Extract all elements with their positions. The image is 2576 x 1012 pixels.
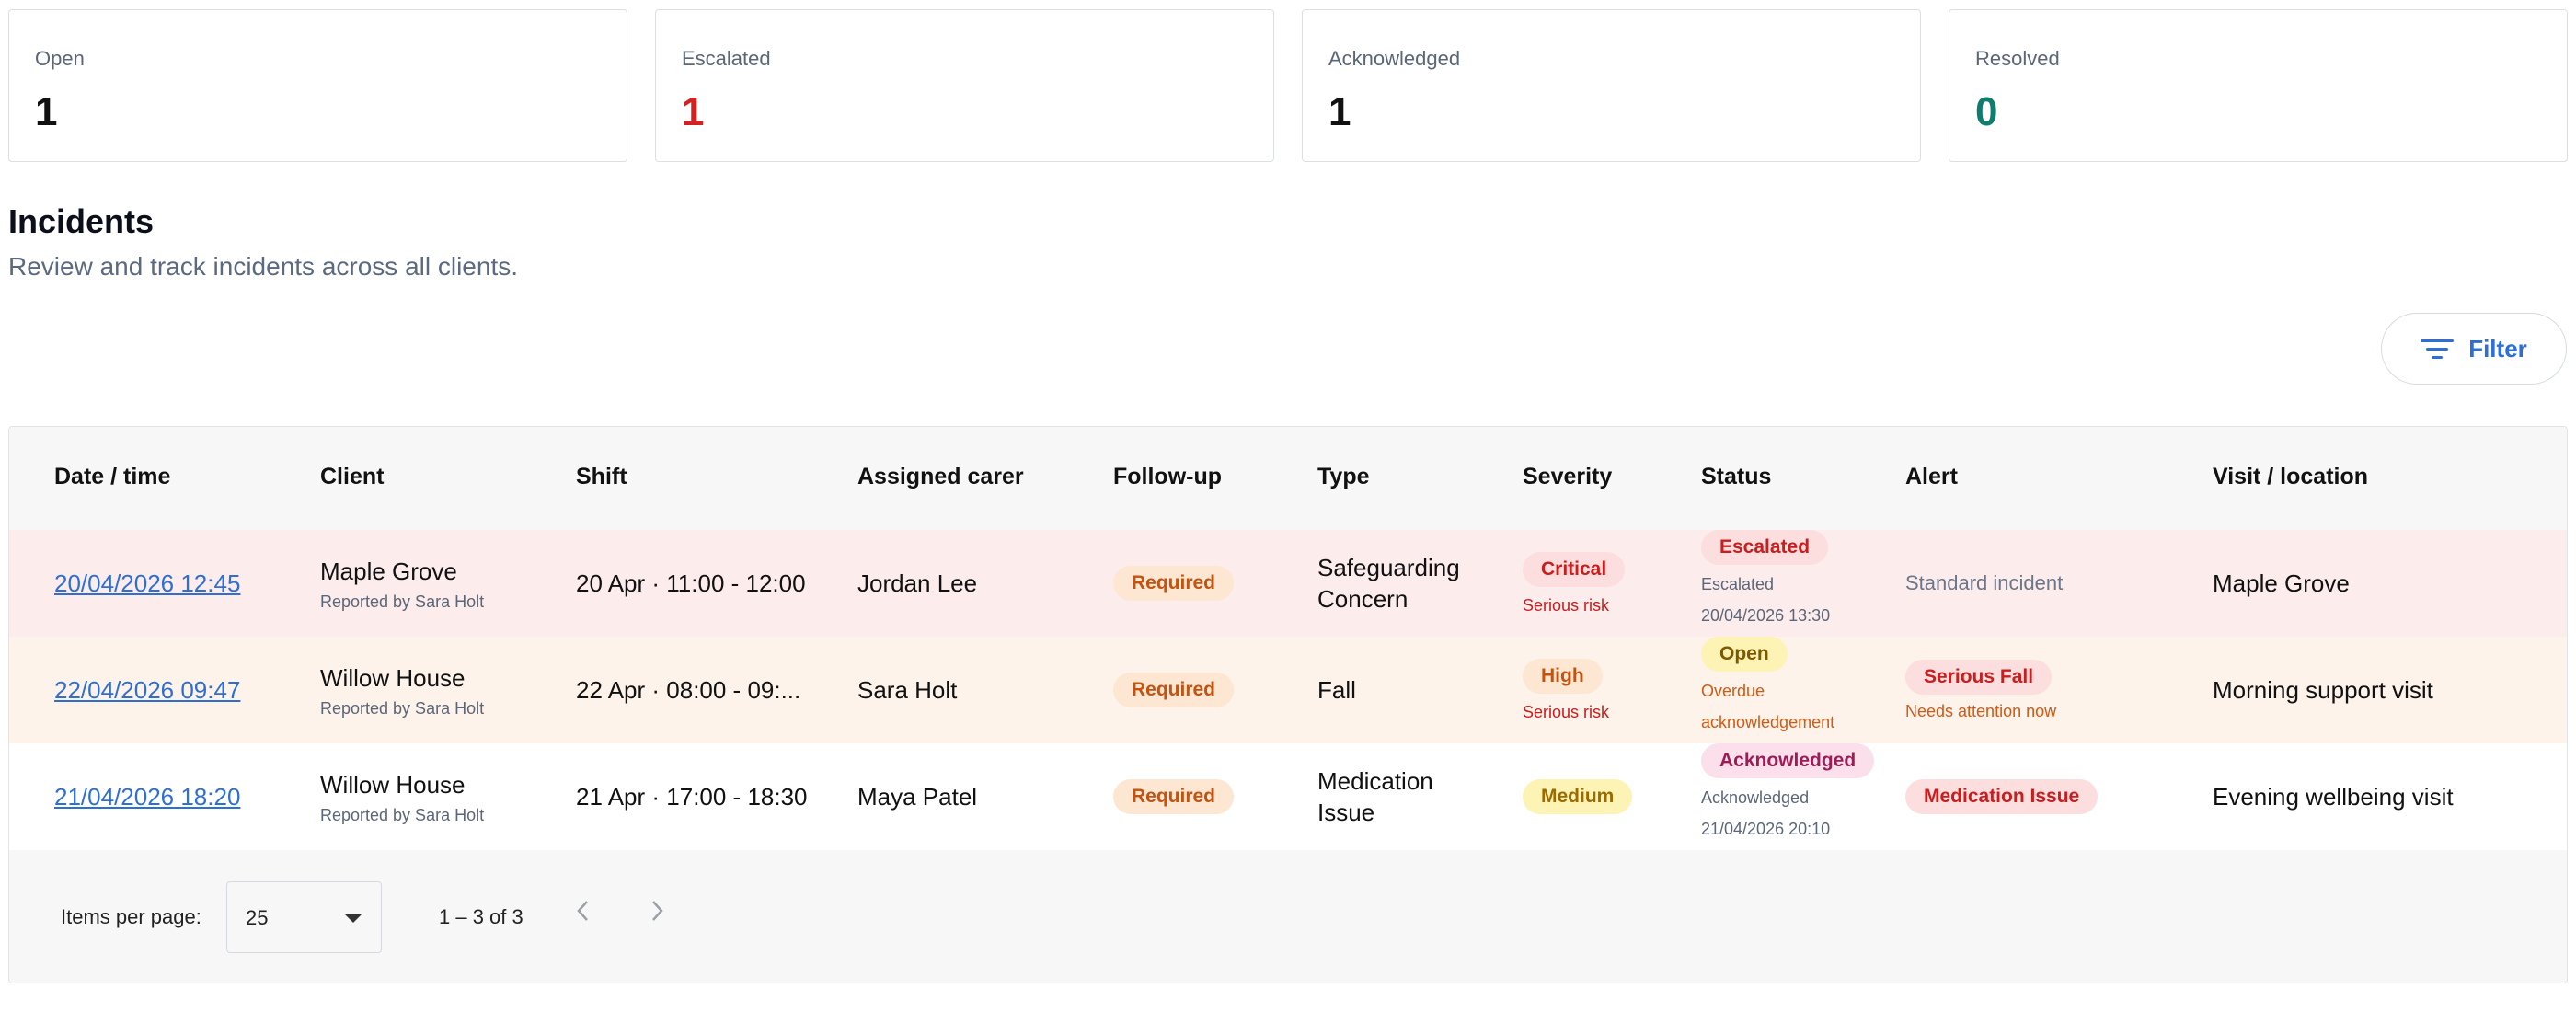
previous-page-button[interactable] <box>567 894 600 927</box>
incident-datetime-link[interactable]: 20/04/2026 12:45 <box>54 569 240 598</box>
paginator: Items per page: 25 1 – 3 of 3 <box>9 850 2567 983</box>
client-name: Maple Grove <box>320 557 457 585</box>
assigned-carer: Jordan Lee <box>857 569 978 597</box>
status-note: Acknowledged <box>1701 788 1810 807</box>
reported-by: Reported by Sara Holt <box>320 592 485 611</box>
items-per-page-label: Items per page: <box>61 905 201 928</box>
summary-card-label: Escalated <box>682 47 771 70</box>
reported-by: Reported by Sara Holt <box>320 698 485 718</box>
severity-note: Serious risk <box>1523 702 1610 721</box>
alert-badge: Serious Fall <box>1905 659 2053 695</box>
table-header: Date / time Client Shift Assigned carer … <box>9 427 2567 531</box>
incident-datetime-link[interactable]: 21/04/2026 18:20 <box>54 783 240 811</box>
status-badge: Open <box>1701 637 1788 672</box>
incident-type-cont: Issue <box>1317 799 1375 826</box>
incident-type-cont: Concern <box>1317 585 1409 613</box>
column-header-shift[interactable]: Shift <box>576 464 627 490</box>
incidents-page: Open 1 Escalated 1 Acknowledged 1 Resolv… <box>0 0 2576 1012</box>
column-header-severity[interactable]: Severity <box>1523 464 1612 490</box>
filter-button[interactable]: Filter <box>2381 313 2567 385</box>
page-title: Incidents <box>8 202 155 240</box>
chevron-right-icon <box>652 901 663 921</box>
assigned-carer: Maya Patel <box>857 783 978 811</box>
incident-type: Fall <box>1317 676 1356 704</box>
alert-badge: Medication Issue <box>1905 779 2099 814</box>
shift-time: 21 Apr · 17:00 - 18:30 <box>576 783 808 811</box>
summary-card-value: 1 <box>1328 89 1351 134</box>
visit-location: Morning support visit <box>2213 676 2433 704</box>
incident-type: Safeguarding <box>1317 554 1460 581</box>
table-row[interactable]: 20/04/2026 12:45 Maple Grove Reported by… <box>9 530 2567 638</box>
summary-card-label: Resolved <box>1975 47 2060 70</box>
client-name: Willow House <box>320 663 466 692</box>
column-header-followup[interactable]: Follow-up <box>1113 464 1222 490</box>
summary-card-open: Open 1 <box>8 9 627 162</box>
column-header-client[interactable]: Client <box>320 464 384 490</box>
severity-badge: High <box>1523 658 1603 694</box>
summary-card-resolved: Resolved 0 <box>1949 9 2568 162</box>
shift-time: 22 Apr · 08:00 - 09:... <box>576 676 801 704</box>
status-note-time: 20/04/2026 13:30 <box>1701 606 1831 625</box>
column-header-location[interactable]: Visit / location <box>2213 464 2368 490</box>
page-size-select[interactable]: 25 <box>226 881 382 953</box>
summary-card-label: Acknowledged <box>1328 47 1461 70</box>
followup-badge: Required <box>1113 779 1235 814</box>
shift-time: 20 Apr · 11:00 - 12:00 <box>576 569 806 597</box>
status-badge: Escalated <box>1701 530 1829 565</box>
summary-card-value: 1 <box>682 89 705 134</box>
page-range-label: 1 – 3 of 3 <box>439 905 523 928</box>
column-header-alert[interactable]: Alert <box>1905 464 1958 490</box>
severity-badge: Medium <box>1523 779 1633 814</box>
column-header-type[interactable]: Type <box>1317 464 1370 490</box>
column-header-carer[interactable]: Assigned carer <box>857 464 1024 490</box>
followup-badge: Required <box>1113 673 1235 707</box>
table-row[interactable]: 21/04/2026 18:20 Willow House Reported b… <box>9 743 2567 851</box>
dropdown-caret-icon <box>344 914 362 923</box>
page-subtitle: Review and track incidents across all cl… <box>8 252 519 281</box>
alert-note: Needs attention now <box>1905 701 2057 720</box>
status-badge: Acknowledged <box>1701 743 1875 778</box>
incidents-table: Date / time Client Shift Assigned carer … <box>8 426 2568 983</box>
table-row[interactable]: 22/04/2026 09:47 Willow House Reported b… <box>9 637 2567 744</box>
visit-location: Evening wellbeing visit <box>2213 783 2454 811</box>
visit-location: Maple Grove <box>2213 569 2350 597</box>
summary-card-value: 0 <box>1975 89 1998 134</box>
summary-card-label: Open <box>35 47 85 70</box>
severity-note: Serious risk <box>1523 595 1610 615</box>
assigned-carer: Sara Holt <box>857 676 958 704</box>
filter-lines-icon <box>2421 339 2455 359</box>
column-header-date[interactable]: Date / time <box>54 464 170 490</box>
status-note-detail: acknowledgement <box>1701 713 1835 731</box>
summary-card-escalated: Escalated 1 <box>655 9 1274 162</box>
page-size-value: 25 <box>246 906 269 929</box>
alert-text: Standard incident <box>1905 571 2064 594</box>
status-note: Escalated <box>1701 575 1775 593</box>
status-note: Overdue <box>1701 682 1765 700</box>
client-name: Willow House <box>320 770 466 799</box>
severity-badge: Critical <box>1523 551 1626 587</box>
column-header-status[interactable]: Status <box>1701 464 1771 490</box>
incident-type: Medication <box>1317 767 1433 795</box>
status-note-time: 21/04/2026 20:10 <box>1701 820 1831 838</box>
reported-by: Reported by Sara Holt <box>320 805 485 824</box>
summary-card-value: 1 <box>35 89 58 134</box>
chevron-left-icon <box>577 901 588 921</box>
next-page-button[interactable] <box>640 894 673 927</box>
filter-button-label: Filter <box>2468 334 2527 362</box>
followup-badge: Required <box>1113 566 1235 601</box>
summary-card-acknowledged: Acknowledged 1 <box>1302 9 1921 162</box>
summary-cards: Open 1 Escalated 1 Acknowledged 1 Resolv… <box>8 9 2568 164</box>
incident-datetime-link[interactable]: 22/04/2026 09:47 <box>54 676 240 705</box>
